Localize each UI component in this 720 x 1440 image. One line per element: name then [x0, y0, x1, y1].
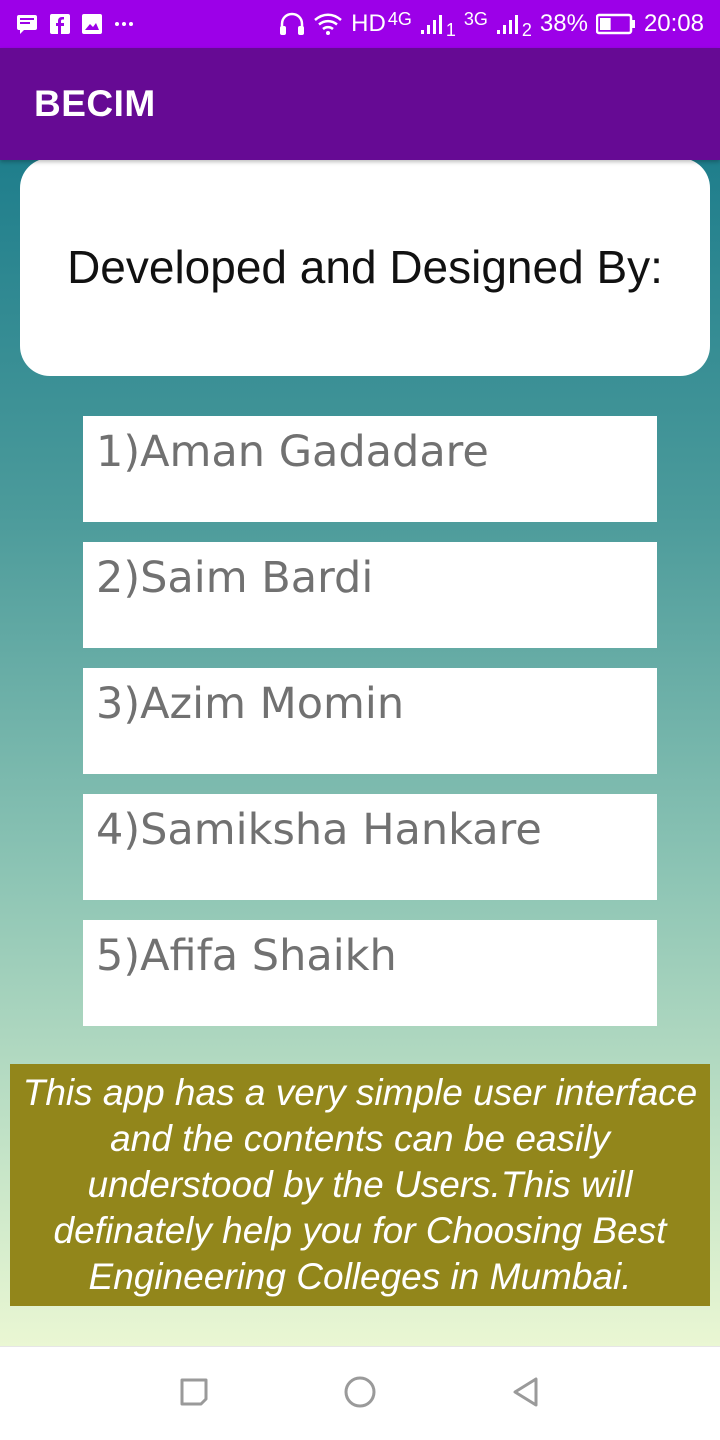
back-icon: [509, 1375, 543, 1413]
battery-icon: [595, 13, 636, 35]
developer-name: 5)Afifa Shaikh: [96, 931, 397, 981]
back-button[interactable]: [503, 1371, 549, 1417]
network-3g-label: 3G: [463, 8, 488, 29]
network-label: HD: [351, 10, 386, 37]
developers-header-card: Developed and Designed By:: [20, 158, 710, 376]
network-4g-label: 4G: [387, 8, 412, 29]
developer-card[interactable]: 2)Saim Bardi: [83, 542, 657, 648]
developers-heading: Developed and Designed By:: [67, 241, 663, 293]
system-nav-bar: [0, 1346, 720, 1440]
sim2-label: 2: [521, 19, 532, 40]
signal-icon: [496, 13, 520, 35]
developer-name: 1)Aman Gadadare: [96, 427, 489, 477]
recent-apps-icon: [177, 1375, 211, 1413]
app-bar: BECIM: [0, 48, 720, 160]
headphones-icon: [279, 12, 305, 36]
developer-card[interactable]: 1)Aman Gadadare: [83, 416, 657, 522]
message-icon: [16, 14, 38, 34]
about-app-text: This app has a very simple user interfac…: [22, 1072, 698, 1297]
home-icon: [342, 1374, 378, 1414]
developer-card[interactable]: 5)Afifa Shaikh: [83, 920, 657, 1026]
developer-name: 2)Saim Bardi: [96, 553, 374, 603]
about-app-box: This app has a very simple user interfac…: [10, 1064, 710, 1306]
signal-icon: [420, 13, 444, 35]
developer-card[interactable]: 4)Samiksha Hankare: [83, 794, 657, 900]
home-button[interactable]: [337, 1371, 383, 1417]
app-title: BECIM: [34, 83, 156, 124]
status-right: HD 4G 1 3G 2 38% 20:08: [279, 8, 704, 41]
main-content: Developed and Designed By: 1)Aman Gadada…: [0, 158, 720, 1346]
status-bar: HD 4G 1 3G 2 38% 20:08: [0, 0, 720, 48]
developer-name: 3)Azim Momin: [96, 679, 405, 729]
more-icon: [114, 21, 134, 27]
sim1-label: 1: [445, 19, 456, 40]
developer-name: 4)Samiksha Hankare: [96, 805, 542, 855]
wifi-icon: [313, 12, 343, 36]
battery-percent: 38%: [539, 10, 588, 37]
recent-apps-button[interactable]: [171, 1371, 217, 1417]
clock: 20:08: [643, 10, 704, 37]
image-icon: [82, 14, 102, 34]
developer-card[interactable]: 3)Azim Momin: [83, 668, 657, 774]
status-left: [16, 14, 134, 34]
facebook-icon: [50, 14, 70, 34]
